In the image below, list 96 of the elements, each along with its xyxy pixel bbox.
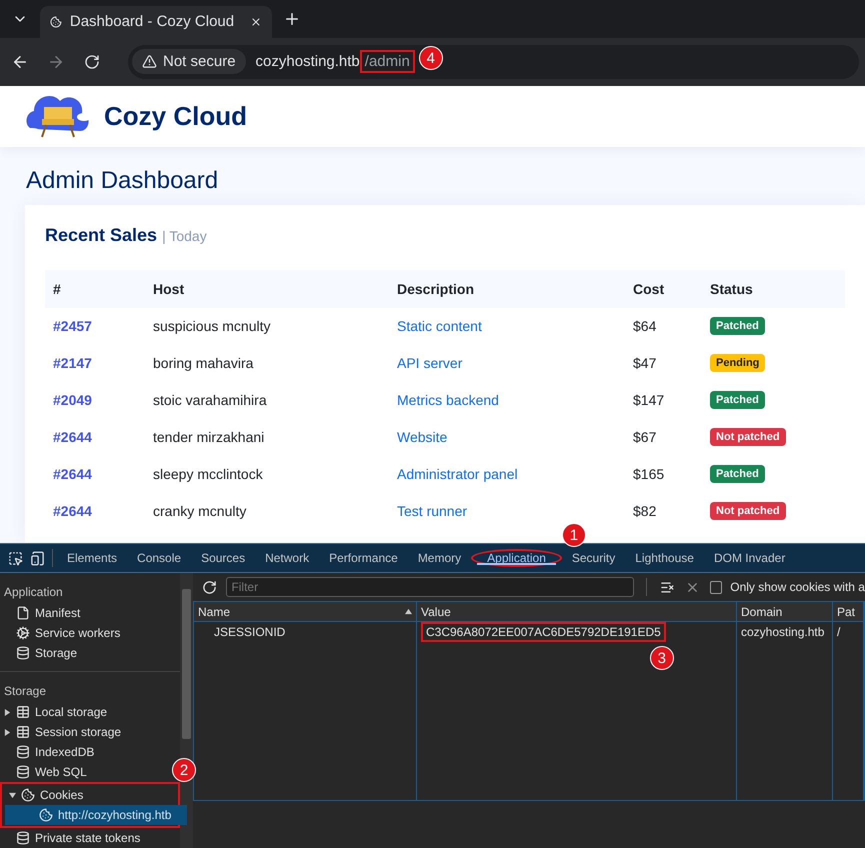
- column-header[interactable]: Pat: [833, 602, 864, 622]
- favicon-icon: [50, 14, 62, 29]
- collapsed-arrow-icon[interactable]: [4, 728, 11, 736]
- devtools-tab[interactable]: Application: [477, 551, 556, 565]
- description-link[interactable]: API server: [397, 355, 633, 372]
- table-cell-text: tender mirzakhani: [153, 429, 266, 446]
- description-link[interactable]: Test runner: [397, 503, 633, 520]
- table-icon: [16, 725, 30, 739]
- url-path: /admin: [364, 53, 410, 70]
- order-link[interactable]: #2644: [53, 503, 153, 520]
- table-cell-text: $82: [633, 503, 658, 520]
- database-icon: [16, 765, 30, 779]
- sidebar-item[interactable]: Private state tokens: [0, 828, 146, 848]
- column-header: Cost: [633, 280, 666, 297]
- column-header[interactable]: Domain: [737, 602, 833, 622]
- order-link[interactable]: #2644: [53, 466, 153, 482]
- devtools-tab[interactable]: Elements: [57, 544, 128, 572]
- sidebar-item[interactable]: Session storage: [0, 722, 128, 742]
- table-cell-text: sleepy mcclintock: [153, 466, 264, 482]
- table-cell: C3C96A8072EE007AC6DE5792DE191ED5: [426, 625, 661, 639]
- table-cell-text: $147: [633, 392, 666, 408]
- order-link[interactable]: #2457: [53, 318, 153, 334]
- checkbox[interactable]: [710, 580, 722, 594]
- table-cell-text: $64: [633, 318, 658, 334]
- table-cell-text: $47: [633, 355, 658, 372]
- file-icon: [16, 606, 30, 620]
- column-header[interactable]: Value: [417, 602, 737, 622]
- description-link[interactable]: Static content: [397, 318, 633, 334]
- database-icon: [16, 745, 30, 759]
- annotation-number: 3: [650, 646, 674, 670]
- brand-name[interactable]: Cozy Cloud: [104, 100, 247, 132]
- page-title: Admin Dashboard: [26, 166, 220, 195]
- sidebar-item[interactable]: Storage: [0, 643, 84, 663]
- checkbox-label: Only show cookies with a: [730, 580, 865, 594]
- warning-icon: [142, 54, 157, 70]
- database-icon: [16, 646, 30, 660]
- browser-tab[interactable]: Dashboard - Cozy Cloud: [40, 6, 272, 38]
- table-cell-text: suspicious mcnulty: [153, 318, 272, 334]
- column-header: Status: [710, 280, 754, 297]
- status-badge: Patched: [710, 391, 765, 410]
- cookie-icon: [39, 808, 53, 822]
- devtools-tab[interactable]: DOM Invader: [704, 544, 796, 572]
- table-cell-text: $165: [633, 466, 666, 482]
- column-header: Description: [397, 280, 476, 297]
- url-host: cozyhosting.htb: [256, 53, 360, 70]
- filter-field[interactable]: Filter: [226, 577, 634, 597]
- sort-arrow-icon[interactable]: [405, 608, 412, 615]
- card-title: Recent Sales | Today: [45, 224, 208, 246]
- status-badge: Patched: [710, 317, 765, 336]
- status-badge: Patched: [710, 465, 765, 484]
- devtools-tab[interactable]: Security: [562, 544, 626, 572]
- order-link[interactable]: #2147: [53, 355, 153, 372]
- column-header: Host: [153, 280, 186, 297]
- column-header: #: [53, 280, 62, 297]
- section-heading: Storage: [3, 683, 48, 700]
- devtools-tab[interactable]: Performance: [319, 544, 408, 572]
- column-header[interactable]: Name: [194, 602, 417, 622]
- sidebar-item[interactable]: IndexedDB: [0, 742, 100, 762]
- annotation-number: 4: [418, 46, 443, 70]
- cookie-icon: [21, 788, 35, 802]
- database-icon: [16, 831, 30, 845]
- devtools-tab[interactable]: Network: [255, 544, 320, 572]
- status-badge: Not patched: [710, 502, 786, 520]
- table-cell-text: boring mahavira: [153, 355, 254, 372]
- sidebar-item[interactable]: http://cozyhosting.htb: [5, 805, 187, 825]
- description-link[interactable]: Administrator panel: [397, 466, 633, 482]
- sidebar-item[interactable]: Web SQL: [0, 762, 93, 782]
- annotation-number: 2: [172, 758, 196, 782]
- devtools-tab[interactable]: Console: [127, 544, 192, 572]
- table-cell-text: stoic varahamihira: [153, 392, 268, 408]
- devtools-tab[interactable]: Lighthouse: [625, 544, 704, 572]
- expanded-arrow-icon[interactable]: [9, 792, 16, 798]
- table-cell: JSESSIONID: [214, 625, 286, 639]
- table-cell: /: [837, 625, 840, 639]
- scrollbar-thumb[interactable]: [182, 589, 191, 739]
- table-icon: [16, 705, 30, 719]
- section-heading: Application: [3, 584, 64, 601]
- description-link[interactable]: Website: [397, 429, 633, 446]
- order-link[interactable]: #2049: [53, 392, 153, 408]
- address-bar[interactable]: Not secure cozyhosting.htb /admin 4: [128, 44, 859, 79]
- devtools-tab[interactable]: Sources: [191, 544, 256, 572]
- sidebar-item[interactable]: Manifest: [0, 603, 86, 623]
- description-link[interactable]: Metrics backend: [397, 392, 633, 408]
- sidebar-item[interactable]: Local storage: [0, 702, 114, 722]
- status-badge: Not patched: [710, 428, 786, 446]
- collapsed-arrow-icon[interactable]: [4, 708, 11, 716]
- gears-icon: [16, 626, 30, 640]
- table-cell-text: cranky mcnulty: [153, 503, 248, 520]
- order-link[interactable]: #2644: [53, 429, 153, 446]
- sidebar-item[interactable]: Cookies: [5, 785, 187, 805]
- table-cell-text: $67: [633, 429, 658, 446]
- devtools-tab[interactable]: Memory: [408, 544, 472, 572]
- table-cell: cozyhosting.htb: [741, 625, 824, 639]
- security-chip[interactable]: Not secure: [132, 49, 246, 74]
- sidebar-item[interactable]: Service workers: [0, 623, 126, 643]
- status-badge: Pending: [710, 354, 766, 372]
